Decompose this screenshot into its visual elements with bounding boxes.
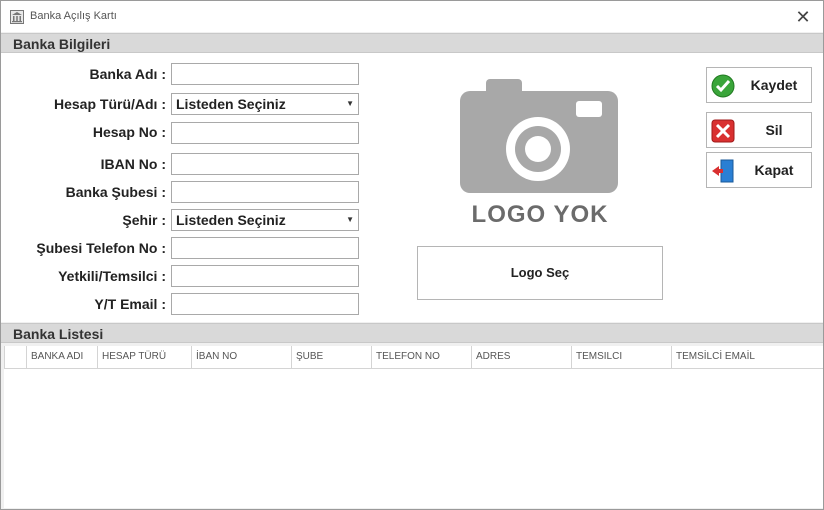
save-button[interactable]: Kaydet [706, 67, 812, 103]
dropdown-arrow-icon: ▼ [346, 99, 354, 108]
dropdown-arrow-icon: ▼ [346, 215, 354, 224]
bank-list-header: Banka Listesi [1, 323, 823, 343]
bank-card-window: Banka Açılış Kartı ✕ Banka Bilgileri Ban… [0, 0, 824, 510]
bank-list-grid[interactable]: BANKA ADI HESAP TÜRÜ İBAN NO ŞUBE TELEFO… [4, 346, 823, 508]
row-selector-header [4, 346, 26, 368]
grid-column-header[interactable]: TELEFON NO [371, 346, 471, 368]
grid-column-header[interactable]: ADRES [471, 346, 571, 368]
select-logo-button[interactable]: Logo Seç [417, 246, 663, 300]
exit-door-icon [712, 159, 734, 183]
no-logo-text: LOGO YOK [471, 201, 609, 228]
branch-phone-input[interactable] [171, 237, 359, 259]
camera-icon [460, 79, 618, 193]
delete-label: Sil [765, 122, 783, 138]
iban-input[interactable] [171, 153, 359, 175]
rep-email-input[interactable] [171, 293, 359, 315]
city-value: Listeden Seçiniz [176, 212, 286, 228]
grid-column-header[interactable]: ŞUBE [291, 346, 371, 368]
account-type-label: Hesap Türü/Adı : [53, 96, 166, 112]
grid-column-header[interactable]: HESAP TÜRÜ [97, 346, 191, 368]
branch-phone-label: Şubesi Telefon No : [36, 240, 166, 256]
bank-name-input[interactable] [171, 63, 359, 85]
account-type-value: Listeden Seçiniz [176, 96, 286, 112]
iban-label: IBAN No : [100, 156, 166, 172]
delete-x-icon [711, 119, 735, 143]
account-no-label: Hesap No : [92, 124, 166, 140]
representative-label: Yetkili/Temsilci : [58, 268, 166, 284]
bank-info-form: Banka Adı : Hesap Türü/Adı : Listeden Se… [1, 53, 823, 322]
city-label: Şehir : [122, 212, 166, 228]
grid-column-header[interactable]: TEMSILCI [571, 346, 671, 368]
city-select[interactable]: Listeden Seçiniz ▼ [171, 209, 359, 231]
checkmark-icon [711, 74, 735, 98]
close-icon: ✕ [795, 7, 811, 27]
account-no-input[interactable] [171, 122, 359, 144]
bank-info-header: Banka Bilgileri [1, 33, 823, 53]
grid-header: BANKA ADI HESAP TÜRÜ İBAN NO ŞUBE TELEFO… [4, 346, 823, 369]
account-type-select[interactable]: Listeden Seçiniz ▼ [171, 93, 359, 115]
representative-input[interactable] [171, 265, 359, 287]
grid-column-header[interactable]: BANKA ADI [26, 346, 97, 368]
branch-input[interactable] [171, 181, 359, 203]
bank-name-label: Banka Adı : [89, 66, 167, 82]
grid-column-header[interactable]: İBAN NO [191, 346, 291, 368]
branch-label: Banka Şubesi : [65, 184, 166, 200]
close-window-button[interactable]: ✕ [793, 7, 813, 27]
close-button[interactable]: Kapat [706, 152, 812, 188]
rep-email-label: Y/T Email : [94, 296, 166, 312]
bank-icon [10, 10, 24, 24]
window-title: Banka Açılış Kartı [30, 10, 117, 22]
save-label: Kaydet [750, 77, 798, 93]
delete-button[interactable]: Sil [706, 112, 812, 148]
close-label: Kapat [754, 162, 794, 178]
title-bar: Banka Açılış Kartı ✕ [1, 1, 823, 32]
grid-column-header[interactable]: TEMSİLCİ EMAİL [671, 346, 823, 368]
